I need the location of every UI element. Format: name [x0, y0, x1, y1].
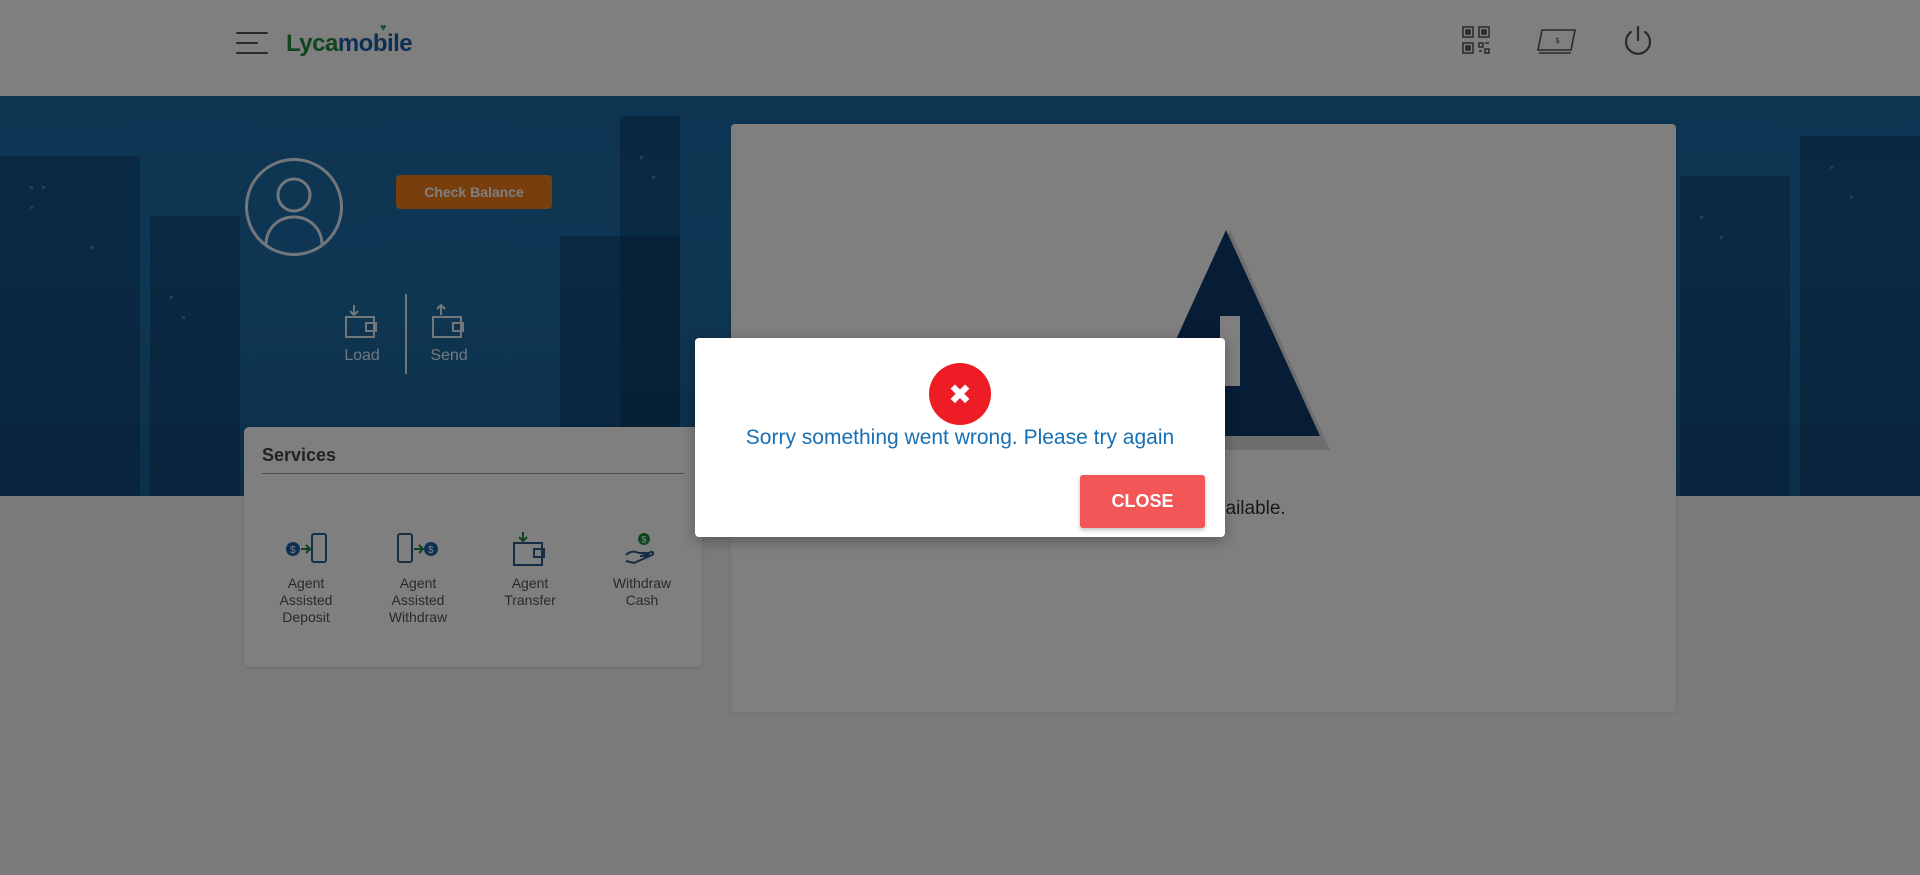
- error-message: Sorry something went wrong. Please try a…: [745, 426, 1175, 449]
- error-icon: ✖: [929, 363, 991, 425]
- close-button[interactable]: CLOSE: [1080, 475, 1205, 528]
- error-dialog: ✖ Sorry something went wrong. Please try…: [695, 338, 1225, 537]
